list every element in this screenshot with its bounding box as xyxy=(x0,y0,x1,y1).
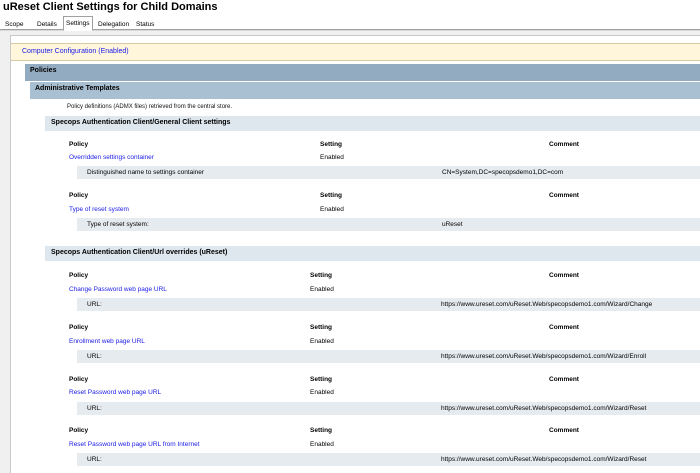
col-header-comment: Comment xyxy=(549,376,579,383)
computer-configuration-label: Computer Configuration (Enabled) xyxy=(22,48,129,55)
policy-setting-value: Enabled xyxy=(310,286,334,293)
policy-link-overridden-settings-container[interactable]: Overridden settings container xyxy=(69,154,154,161)
policy-detail-row: URL: https://www.ureset.com/uReset.Web/s… xyxy=(77,402,700,415)
tab-delegation[interactable]: Delegation xyxy=(95,18,132,29)
administrative-templates-label: Administrative Templates xyxy=(35,85,120,92)
detail-value: https://www.ureset.com/uReset.Web/specop… xyxy=(441,353,647,360)
administrative-templates-bar[interactable]: Administrative Templates xyxy=(30,82,700,99)
policies-label: Policies xyxy=(30,67,57,74)
col-header-comment: Comment xyxy=(549,272,579,279)
section-general-client-settings[interactable]: Specops Authentication Client/General Cl… xyxy=(45,116,700,131)
policy-detail-row: Distinguished name to settings container… xyxy=(77,166,700,179)
policy-setting-value: Enabled xyxy=(310,389,334,396)
admx-source-note: Policy definitions (ADMX files) retrieve… xyxy=(67,104,233,110)
policy-setting-value: Enabled xyxy=(310,441,334,448)
detail-label: URL: xyxy=(87,405,102,412)
policy-setting-value: Enabled xyxy=(320,206,344,213)
col-header-comment: Comment xyxy=(549,141,579,148)
window-title: uReset Client Settings for Child Domains xyxy=(3,1,218,13)
detail-label: URL: xyxy=(87,301,102,308)
policy-link-reset-password-url[interactable]: Reset Password web page URL xyxy=(69,389,161,396)
col-header-setting: Setting xyxy=(310,376,333,383)
col-header-policy: Policy xyxy=(69,192,89,199)
tab-settings[interactable]: Settings xyxy=(63,16,93,31)
section-title: Specops Authentication Client/General Cl… xyxy=(51,119,231,126)
detail-label: URL: xyxy=(87,456,102,463)
col-header-policy: Policy xyxy=(69,141,89,148)
policy-link-enrollment-url[interactable]: Enrollment web page URL xyxy=(69,338,145,345)
detail-value: uReset xyxy=(442,221,463,228)
section-url-overrides[interactable]: Specops Authentication Client/Url overri… xyxy=(45,246,700,261)
col-header-comment: Comment xyxy=(549,192,579,199)
col-header-setting: Setting xyxy=(310,324,333,331)
tab-status[interactable]: Status xyxy=(133,18,157,29)
policy-link-type-of-reset-system[interactable]: Type of reset system xyxy=(69,206,129,213)
col-header-policy: Policy xyxy=(69,376,89,383)
col-header-comment: Comment xyxy=(549,427,579,434)
tab-scope[interactable]: Scope xyxy=(2,18,26,29)
col-header-setting: Setting xyxy=(310,427,333,434)
detail-value: https://www.ureset.com/uReset.Web/specop… xyxy=(441,456,647,463)
col-header-policy: Policy xyxy=(69,427,89,434)
col-header-setting: Setting xyxy=(320,192,343,199)
col-header-setting: Setting xyxy=(310,272,333,279)
detail-label: Type of reset system: xyxy=(87,221,149,228)
detail-label: Distinguished name to settings container xyxy=(87,169,205,176)
policy-setting-value: Enabled xyxy=(310,338,334,345)
settings-panel: Computer Configuration (Enabled) Policie… xyxy=(0,30,700,473)
policy-detail-row: Type of reset system: uReset xyxy=(77,218,700,231)
policy-detail-row: URL: https://www.ureset.com/uReset.Web/s… xyxy=(77,298,700,311)
policy-detail-row: URL: https://www.ureset.com/uReset.Web/s… xyxy=(77,350,700,363)
detail-label: URL: xyxy=(87,353,102,360)
tab-bar: Scope Details Settings Delegation Status xyxy=(0,16,700,31)
col-header-setting: Setting xyxy=(320,141,343,148)
policy-link-change-password-url[interactable]: Change Password web page URL xyxy=(69,286,167,293)
col-header-policy: Policy xyxy=(69,324,89,331)
computer-configuration-header[interactable]: Computer Configuration (Enabled) xyxy=(11,43,700,61)
detail-value: https://www.ureset.com/uReset.Web/specop… xyxy=(441,301,653,308)
policy-setting-value: Enabled xyxy=(320,154,344,161)
detail-value: CN=System,DC=specopsdemo1,DC=com xyxy=(442,169,564,176)
detail-value: https://www.ureset.com/uReset.Web/specop… xyxy=(441,405,647,412)
policy-detail-row: URL: https://www.ureset.com/uReset.Web/s… xyxy=(77,453,700,466)
policies-bar[interactable]: Policies xyxy=(25,64,700,81)
col-header-comment: Comment xyxy=(549,324,579,331)
section-title: Specops Authentication Client/Url overri… xyxy=(51,249,228,256)
settings-report[interactable]: Computer Configuration (Enabled) Policie… xyxy=(10,35,700,473)
col-header-policy: Policy xyxy=(69,272,89,279)
tab-details[interactable]: Details xyxy=(34,18,60,29)
policy-link-reset-password-url-internet[interactable]: Reset Password web page URL from Interne… xyxy=(69,441,200,448)
